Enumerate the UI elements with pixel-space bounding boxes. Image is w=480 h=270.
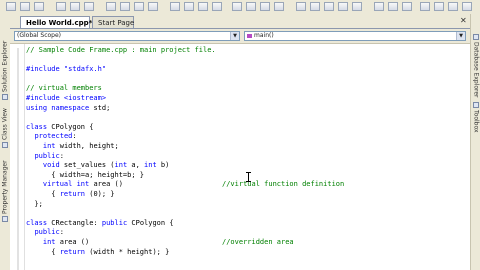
rail-tab-label: Toolbox bbox=[472, 110, 480, 133]
member-dropdown-value: main() bbox=[254, 32, 274, 39]
toolbar bbox=[0, 0, 480, 15]
code-inline-comment[interactable]: //overridden area bbox=[222, 238, 294, 247]
toolbar-button[interactable] bbox=[374, 2, 384, 11]
toolbar-button[interactable] bbox=[324, 2, 334, 11]
toolbar-button[interactable] bbox=[274, 2, 284, 11]
tab-start-page[interactable]: Start Page bbox=[92, 16, 134, 28]
tab-label: Hello World.cpp* bbox=[26, 19, 93, 27]
code-line[interactable]: #include <iostream> bbox=[26, 94, 106, 103]
code-line[interactable]: virtual int area () bbox=[26, 180, 123, 189]
rail-tab-database-explorer[interactable]: Database Explorer bbox=[472, 34, 480, 98]
rail-tab-class-view[interactable]: Class View bbox=[1, 104, 9, 148]
toolbar-button[interactable] bbox=[232, 2, 242, 11]
editor-margin bbox=[10, 44, 25, 270]
toolbar-button[interactable] bbox=[84, 2, 94, 11]
code-line[interactable]: { return (width * height); } bbox=[26, 248, 169, 257]
code-editor[interactable]: // Sample Code Frame.cpp : main project … bbox=[10, 44, 470, 270]
scope-dropdown-value: (Global Scope) bbox=[17, 32, 62, 39]
code-line[interactable]: class CPolygon { bbox=[26, 123, 93, 132]
code-line[interactable]: { width=a; height=b; } bbox=[26, 171, 144, 180]
code-line[interactable]: }; bbox=[26, 200, 42, 209]
toolbar-button[interactable] bbox=[338, 2, 348, 11]
toolbar-button[interactable] bbox=[434, 2, 444, 11]
toolbar-button[interactable] bbox=[170, 2, 180, 11]
toolbar-button[interactable] bbox=[212, 2, 222, 11]
code-text-area[interactable]: // Sample Code Frame.cpp : main project … bbox=[26, 44, 466, 270]
class-view-icon bbox=[2, 142, 8, 148]
toolbar-button[interactable] bbox=[134, 2, 144, 11]
tab-hello-world[interactable]: Hello World.cpp* bbox=[20, 16, 93, 28]
code-line[interactable]: protected: bbox=[26, 132, 76, 141]
code-line[interactable]: // virtual members bbox=[26, 84, 102, 93]
right-tool-rail: Database Explorer Toolbox bbox=[470, 14, 480, 270]
chevron-down-icon[interactable]: ▼ bbox=[230, 32, 239, 40]
toolbar-button[interactable] bbox=[70, 2, 80, 11]
close-icon[interactable]: ✕ bbox=[460, 17, 467, 25]
toolbar-button[interactable] bbox=[260, 2, 270, 11]
text-cursor-icon bbox=[246, 172, 251, 182]
code-line[interactable]: public: bbox=[26, 228, 64, 237]
code-line[interactable]: void set_values (int a, int b) bbox=[26, 161, 169, 170]
rail-tab-label: Database Explorer bbox=[472, 42, 480, 98]
code-line[interactable]: public: bbox=[26, 152, 64, 161]
scope-dropdown[interactable]: (Global Scope) ▼ bbox=[14, 31, 240, 41]
toolbar-button[interactable] bbox=[34, 2, 44, 11]
code-line[interactable]: using namespace std; bbox=[26, 104, 110, 113]
code-line[interactable]: int area () bbox=[26, 238, 89, 247]
toolbar-button[interactable] bbox=[198, 2, 208, 11]
code-inline-comment[interactable]: //virtual function definition bbox=[222, 180, 344, 189]
tab-label: Start Page bbox=[98, 19, 135, 27]
function-icon bbox=[247, 33, 252, 38]
toolbar-button[interactable] bbox=[448, 2, 458, 11]
code-line[interactable]: // Sample Code Frame.cpp : main project … bbox=[26, 46, 216, 55]
code-line[interactable]: class CRectangle: public CPolygon { bbox=[26, 219, 174, 228]
code-line[interactable]: { return (0); } bbox=[26, 190, 114, 199]
toolbar-button[interactable] bbox=[56, 2, 66, 11]
database-explorer-icon bbox=[473, 34, 479, 40]
code-line[interactable]: int width, height; bbox=[26, 142, 119, 151]
navigation-bar: (Global Scope) ▼ main() ▼ bbox=[10, 29, 470, 44]
toolbar-button[interactable] bbox=[310, 2, 320, 11]
toolbar-button[interactable] bbox=[106, 2, 116, 11]
toolbar-button[interactable] bbox=[120, 2, 130, 11]
toolbox-icon bbox=[473, 102, 479, 108]
chevron-down-icon[interactable]: ▼ bbox=[456, 32, 465, 40]
document-tabstrip: Hello World.cpp* Start Page ✕ bbox=[10, 14, 470, 29]
toolbar-button[interactable] bbox=[352, 2, 362, 11]
rail-tab-label: Solution Explorer bbox=[1, 40, 9, 92]
toolbar-button[interactable] bbox=[148, 2, 158, 11]
solution-explorer-icon bbox=[2, 94, 8, 100]
rail-tab-property-manager[interactable]: Property Manager bbox=[1, 152, 9, 222]
toolbar-button[interactable] bbox=[462, 2, 472, 11]
rail-tab-solution-explorer[interactable]: Solution Explorer bbox=[1, 30, 9, 100]
rail-tab-label: Class View bbox=[1, 108, 9, 140]
toolbar-button[interactable] bbox=[420, 2, 430, 11]
rail-tab-toolbox[interactable]: Toolbox bbox=[472, 102, 480, 138]
property-manager-icon bbox=[2, 216, 8, 222]
member-dropdown[interactable]: main() ▼ bbox=[244, 31, 466, 41]
toolbar-button[interactable] bbox=[296, 2, 306, 11]
toolbar-button[interactable] bbox=[20, 2, 30, 11]
toolbar-button[interactable] bbox=[6, 2, 16, 11]
toolbar-button[interactable] bbox=[246, 2, 256, 11]
rail-tab-label: Property Manager bbox=[1, 160, 9, 214]
toolbar-button[interactable] bbox=[388, 2, 398, 11]
toolbar-button[interactable] bbox=[402, 2, 412, 11]
toolbar-button[interactable] bbox=[184, 2, 194, 11]
code-line[interactable]: #include "stdafx.h" bbox=[26, 65, 106, 74]
outline-guides bbox=[17, 48, 19, 270]
